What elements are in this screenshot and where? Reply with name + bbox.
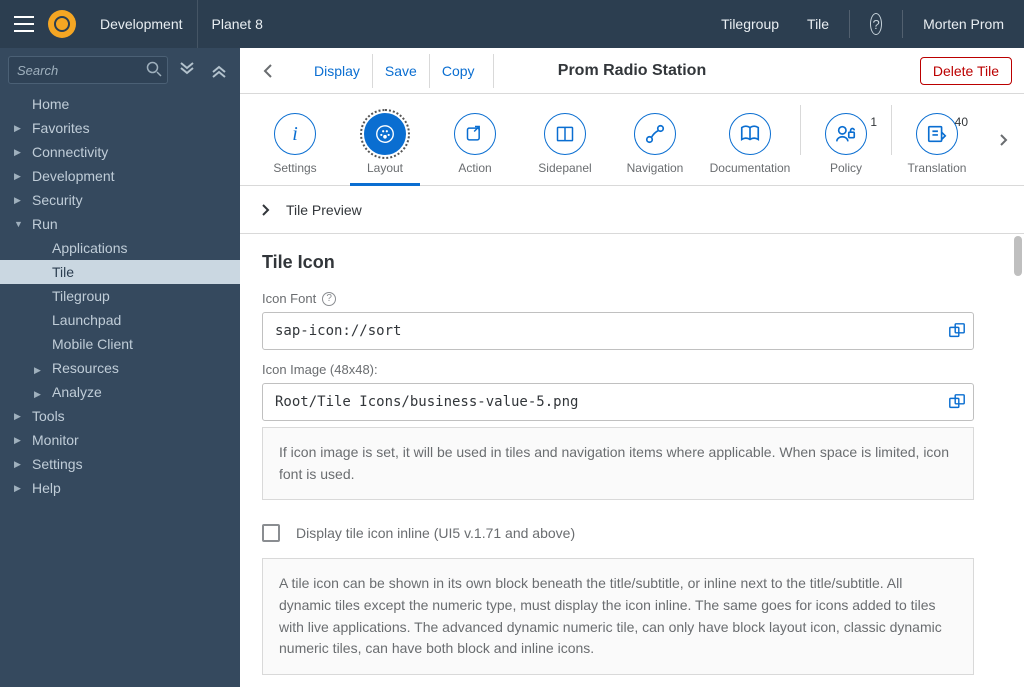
nav-tree: Home Favorites Connectivity Development … — [0, 92, 240, 520]
shell-env[interactable]: Development — [86, 0, 198, 48]
tab-badge: 40 — [955, 115, 968, 129]
nav-label: Security — [32, 192, 83, 208]
page-title: Prom Radio Station — [558, 62, 706, 80]
tabs-overflow-button[interactable] — [990, 126, 1018, 154]
nav-run-tile[interactable]: Tile — [0, 260, 240, 284]
icon-font-input[interactable] — [262, 312, 974, 350]
nav-development[interactable]: Development — [0, 164, 240, 188]
user-menu[interactable]: Morten Prom — [909, 0, 1024, 48]
copy-button[interactable]: Copy — [430, 54, 487, 88]
nav-favorites[interactable]: Favorites — [0, 116, 240, 140]
nav-label: Help — [32, 480, 61, 496]
nav-label: Launchpad — [52, 312, 121, 328]
display-button[interactable]: Display — [302, 54, 373, 88]
shell-link-tile[interactable]: Tile — [793, 0, 843, 48]
nav-label: Resources — [52, 360, 119, 376]
search-icon[interactable] — [146, 61, 162, 77]
tab-label: Policy — [830, 161, 862, 175]
nav-run-launchpad[interactable]: Launchpad — [0, 308, 240, 332]
nav-help[interactable]: Help — [0, 476, 240, 500]
nav-label: Applications — [52, 240, 128, 256]
info-box: A tile icon can be shown in its own bloc… — [262, 558, 974, 675]
expand-all-button[interactable] — [174, 57, 200, 83]
nav-run-mobile-client[interactable]: Mobile Client — [0, 332, 240, 356]
save-button[interactable]: Save — [373, 54, 430, 88]
tab-label: Navigation — [627, 161, 684, 175]
preview-label: Tile Preview — [286, 202, 362, 218]
inline-icon-checkbox[interactable] — [262, 524, 280, 542]
info-box: If icon image is set, it will be used in… — [262, 427, 974, 500]
tile-preview-section[interactable]: Tile Preview — [240, 186, 1024, 234]
nav-run-tilegroup[interactable]: Tilegroup — [0, 284, 240, 308]
icon-image-label: Icon Image (48x48): — [262, 362, 378, 377]
help-icon[interactable]: ? — [322, 292, 336, 306]
nav-label: Settings — [32, 456, 83, 472]
tab-documentation[interactable]: Documentation — [700, 113, 800, 185]
tab-policy[interactable]: 1 Policy — [801, 113, 891, 185]
back-button[interactable] — [252, 54, 286, 88]
logo — [48, 10, 76, 38]
shell-product[interactable]: Planet 8 — [198, 0, 277, 48]
delete-tile-button[interactable]: Delete Tile — [920, 57, 1012, 85]
tab-label: Layout — [367, 161, 403, 175]
inline-icon-label: Display tile icon inline (UI5 v.1.71 and… — [296, 525, 575, 541]
chevron-right-icon — [260, 204, 272, 216]
tab-label: Documentation — [710, 161, 791, 175]
tab-layout[interactable]: Layout — [340, 113, 430, 185]
tab-label: Translation — [908, 161, 967, 175]
help-icon: ? — [870, 13, 882, 35]
info-icon: i — [292, 123, 298, 146]
tab-label: Sidepanel — [538, 161, 591, 175]
menu-button[interactable] — [0, 0, 48, 48]
nav-label: Analyze — [52, 384, 102, 400]
nav-home[interactable]: Home — [0, 92, 240, 116]
tab-sidepanel[interactable]: Sidepanel — [520, 113, 610, 185]
nav-label: Home — [32, 96, 69, 112]
shellbar: Development Planet 8 Tilegroup Tile ? Mo… — [0, 0, 1024, 48]
nav-label: Connectivity — [32, 144, 108, 160]
nav-run-applications[interactable]: Applications — [0, 236, 240, 260]
tab-translation[interactable]: 40 Translation — [892, 113, 982, 185]
tab-settings[interactable]: i Settings — [250, 113, 340, 185]
nav-label: Monitor — [32, 432, 79, 448]
nav-label: Run — [32, 216, 58, 232]
tab-action[interactable]: Action — [430, 113, 520, 185]
tab-navigation[interactable]: Navigation — [610, 113, 700, 185]
collapse-all-button[interactable] — [206, 57, 232, 83]
scrollbar[interactable] — [1014, 236, 1022, 276]
nav-label: Tilegroup — [52, 288, 110, 304]
value-help-button[interactable] — [948, 393, 966, 411]
search-input[interactable] — [8, 56, 168, 84]
nav-tools[interactable]: Tools — [0, 404, 240, 428]
form-area: Tile Icon Icon Font ? Icon Image (48x48)… — [240, 234, 1024, 687]
main: Display Save Copy Prom Radio Station Del… — [240, 48, 1024, 687]
nav-run-analyze[interactable]: Analyze — [0, 380, 240, 404]
icon-tab-bar: i Settings Layout Action — [240, 94, 1024, 186]
nav-label: Mobile Client — [52, 336, 133, 352]
tab-label: Settings — [273, 161, 316, 175]
nav-settings[interactable]: Settings — [0, 452, 240, 476]
icon-image-input[interactable] — [262, 383, 974, 421]
nav-run-resources[interactable]: Resources — [0, 356, 240, 380]
nav-connectivity[interactable]: Connectivity — [0, 140, 240, 164]
nav-monitor[interactable]: Monitor — [0, 428, 240, 452]
help-button[interactable]: ? — [856, 0, 896, 48]
shell-link-tilegroup[interactable]: Tilegroup — [707, 0, 793, 48]
icon-font-label: Icon Font — [262, 291, 316, 306]
nav-label: Favorites — [32, 120, 90, 136]
value-help-button[interactable] — [948, 322, 966, 340]
nav-label: Tools — [32, 408, 65, 424]
nav-run[interactable]: Run — [0, 212, 240, 236]
section-title: Tile Icon — [262, 252, 1002, 273]
page-toolbar: Display Save Copy Prom Radio Station Del… — [240, 48, 1024, 94]
nav-security[interactable]: Security — [0, 188, 240, 212]
tab-label: Action — [458, 161, 491, 175]
nav-label: Tile — [52, 264, 74, 280]
sidebar: Home Favorites Connectivity Development … — [0, 48, 240, 687]
tab-badge: 1 — [870, 115, 877, 129]
nav-label: Development — [32, 168, 115, 184]
